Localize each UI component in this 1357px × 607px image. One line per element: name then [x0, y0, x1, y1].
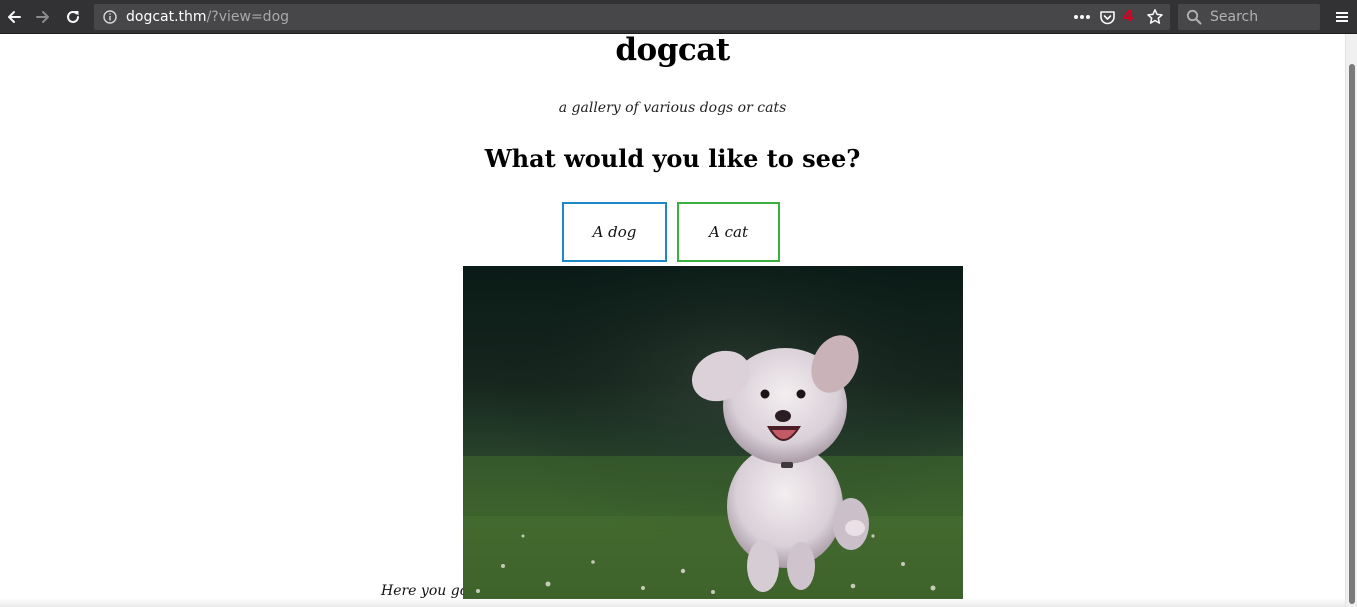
url-bar[interactable]: dogcat.thm/?view=dog 4 [94, 4, 1170, 30]
reload-button[interactable] [61, 5, 85, 29]
cat-button[interactable]: A cat [677, 202, 780, 262]
dog-photo [463, 266, 963, 599]
search-placeholder: Search [1210, 9, 1259, 25]
page-title: dogcat [615, 34, 730, 68]
more-dots-icon[interactable] [1072, 7, 1092, 27]
dog-image-illustration [463, 266, 963, 599]
dog-button[interactable]: A dog [562, 202, 667, 262]
url-path: /?view=dog [206, 9, 290, 25]
url-text[interactable]: dogcat.thm/?view=dog [126, 9, 289, 25]
url-host: dogcat.thm [126, 9, 207, 25]
info-icon[interactable] [100, 7, 120, 27]
question-heading: What would you like to see? [484, 144, 861, 173]
search-icon [1184, 7, 1204, 27]
forward-button[interactable] [31, 5, 55, 29]
reload-icon [67, 10, 79, 23]
back-arrow-icon [8, 11, 21, 23]
caption-text: Here you go! [381, 583, 474, 599]
vertical-scrollbar[interactable] [1345, 34, 1357, 607]
star-icon[interactable] [1145, 7, 1165, 27]
pocket-count-badge[interactable]: 4 [1123, 7, 1133, 25]
search-bar[interactable]: Search [1178, 4, 1320, 30]
browser-toolbar: dogcat.thm/?view=dog 4 Search [0, 0, 1357, 34]
hamburger-menu-icon[interactable] [1330, 5, 1354, 29]
pocket-icon[interactable] [1097, 7, 1117, 27]
scrollbar-thumb[interactable] [1349, 64, 1355, 604]
forward-arrow-icon [36, 11, 49, 23]
page-content: dogcat a gallery of various dogs or cats… [0, 34, 1345, 607]
back-button[interactable] [2, 5, 26, 29]
page-tagline: a gallery of various dogs or cats [558, 100, 787, 116]
page-bottom-edge [0, 598, 1345, 607]
